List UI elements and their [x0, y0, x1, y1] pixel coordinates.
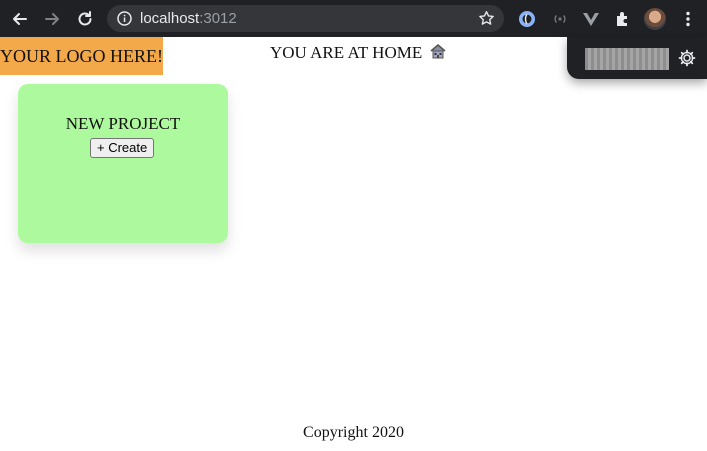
redacted-text-area — [585, 48, 669, 70]
extension-popup — [567, 37, 707, 79]
create-button[interactable]: + Create — [90, 138, 155, 158]
settings-gear-icon[interactable] — [677, 48, 697, 68]
back-arrow-icon[interactable] — [8, 7, 32, 31]
url-host: localhost — [140, 10, 200, 27]
url-text[interactable]: localhost:3012 — [140, 10, 237, 27]
logo[interactable]: YOUR LOGO HERE! — [0, 37, 163, 75]
extension-drop-icon[interactable] — [516, 8, 538, 30]
house-icon — [430, 43, 447, 65]
browser-toolbar: localhost:3012 — [0, 0, 707, 37]
card-title: NEW PROJECT — [65, 114, 181, 133]
page-title: YOU ARE AT HOME — [270, 43, 447, 65]
home-title-text: YOU ARE AT HOME — [270, 43, 423, 62]
url-port: :3012 — [199, 10, 237, 27]
site-info-icon[interactable] — [117, 11, 132, 31]
extension-vue-icon[interactable] — [580, 8, 602, 30]
bookmark-star-icon[interactable] — [478, 10, 495, 32]
footer-copyright: Copyright 2020 — [303, 424, 404, 441]
forward-arrow-icon[interactable] — [40, 7, 64, 31]
extension-signal-icon[interactable] — [549, 8, 571, 30]
address-bar[interactable]: localhost:3012 — [107, 5, 504, 32]
new-project-card: NEW PROJECT + Create — [18, 84, 228, 243]
profile-avatar[interactable] — [644, 8, 666, 30]
more-menu-icon[interactable] — [677, 8, 699, 30]
reload-icon[interactable] — [73, 7, 97, 31]
extensions-puzzle-icon[interactable] — [612, 8, 634, 30]
